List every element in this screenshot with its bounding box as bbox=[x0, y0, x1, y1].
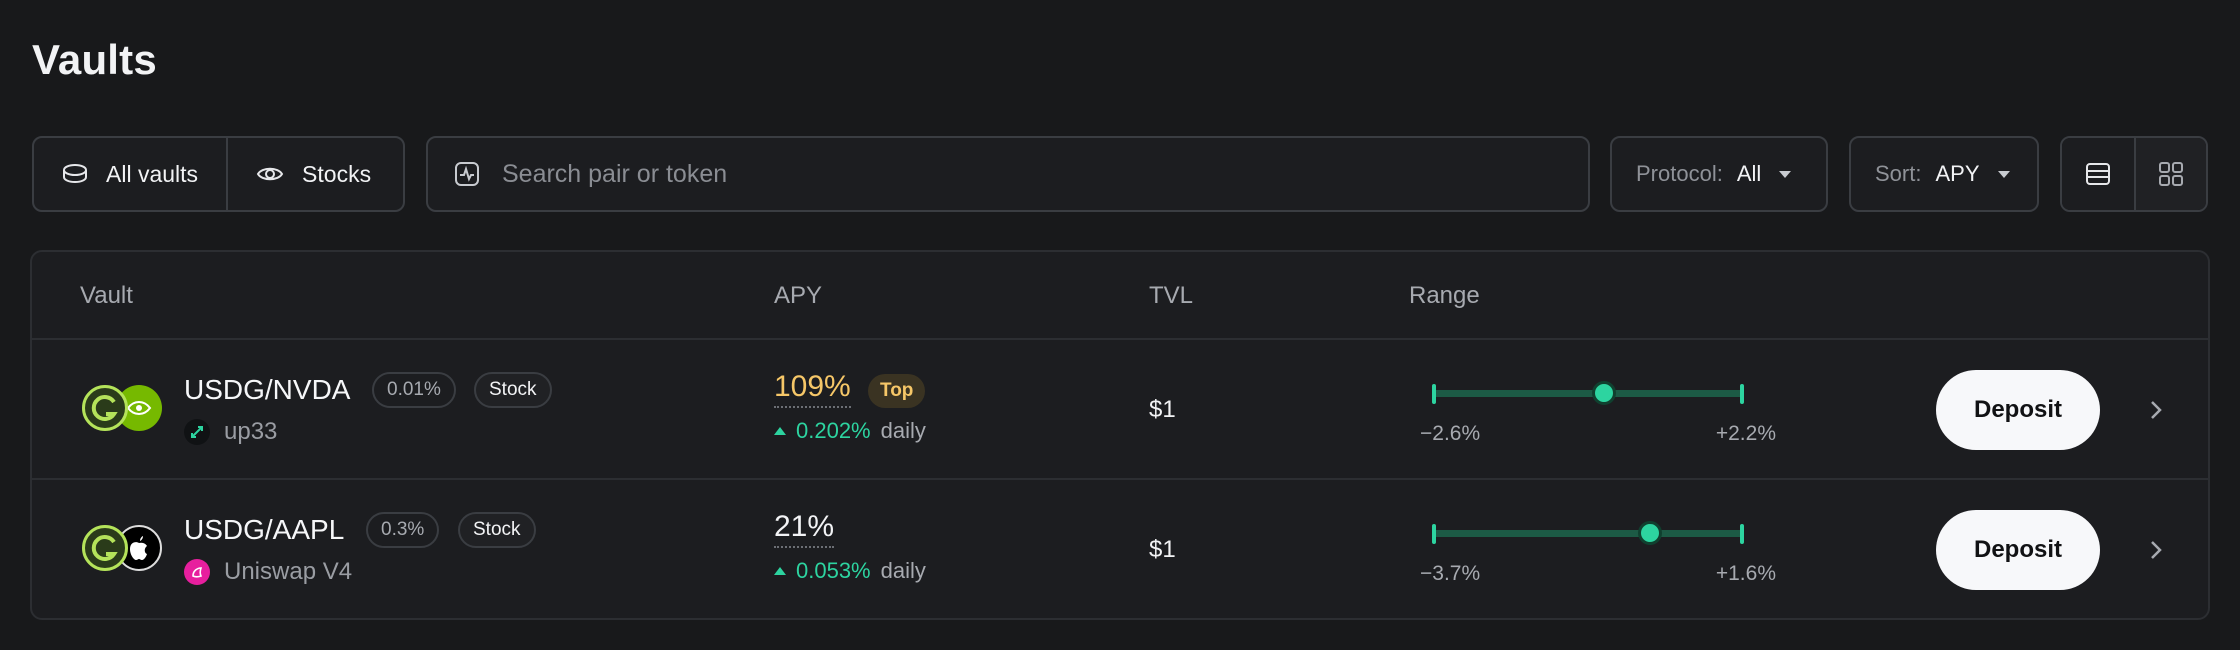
protocol-label: Protocol: bbox=[1636, 161, 1723, 186]
coins-icon bbox=[63, 164, 87, 184]
sort-value: APY bbox=[1935, 161, 1980, 186]
protocol-name: up33 bbox=[224, 418, 278, 445]
top-badge: Top bbox=[868, 374, 926, 408]
protocol-dropdown[interactable]: Protocol: All bbox=[1610, 136, 1828, 212]
stock-badge: Stock bbox=[458, 512, 536, 548]
column-apy[interactable]: APY bbox=[774, 282, 822, 310]
uniswap-icon bbox=[184, 559, 210, 585]
chevron-right-icon[interactable] bbox=[2142, 536, 2170, 564]
range-high: +2.2% bbox=[1715, 422, 1776, 445]
table-header: Vault APY TVL Range bbox=[32, 252, 2208, 340]
activity-icon bbox=[455, 162, 479, 186]
apy-value: 109% bbox=[774, 370, 851, 408]
protocol-name: Uniswap V4 bbox=[224, 558, 353, 585]
vault-filter-segmented: All vaults Stocks bbox=[32, 136, 405, 212]
page-title: Vaults bbox=[32, 36, 157, 83]
column-vault[interactable]: Vault bbox=[80, 282, 133, 310]
range-indicator: −3.7% +1.6% bbox=[1420, 520, 1776, 590]
caret-down-icon bbox=[1779, 170, 1792, 178]
apy-value: 21% bbox=[774, 510, 835, 548]
sort-label: Sort: bbox=[1875, 161, 1922, 186]
daily-percent: 0.202% bbox=[796, 418, 871, 443]
range-current-dot bbox=[1591, 381, 1616, 405]
range-track bbox=[1432, 521, 1744, 545]
grid-view-button[interactable] bbox=[2133, 138, 2206, 210]
deposit-button[interactable]: Deposit bbox=[1936, 510, 2100, 590]
vault-protocol: up33 bbox=[184, 418, 277, 446]
sort-dropdown[interactable]: Sort: APY bbox=[1849, 136, 2039, 212]
arrow-up-icon bbox=[774, 567, 786, 575]
chevron-right-icon[interactable] bbox=[2142, 396, 2170, 424]
protocol-value: All bbox=[1736, 161, 1762, 186]
range-high-cap bbox=[1740, 384, 1744, 404]
fee-badge: 0.01% bbox=[372, 372, 456, 408]
arrow-up-icon bbox=[774, 427, 786, 435]
column-tvl[interactable]: TVL bbox=[1149, 282, 1193, 310]
usdg-token-icon bbox=[82, 385, 128, 431]
toolbar: All vaults Stocks Protocol: All Sort: AP… bbox=[32, 136, 2208, 212]
grid-view-icon bbox=[2158, 162, 2183, 186]
range-low-cap bbox=[1432, 524, 1436, 544]
caret-down-icon bbox=[1997, 170, 2010, 178]
all-vaults-button[interactable]: All vaults bbox=[34, 138, 226, 210]
table-row[interactable]: USDG/AAPL 0.3% Stock Uniswap V4 21% 0.05… bbox=[32, 480, 2208, 618]
range-low-cap bbox=[1432, 384, 1436, 404]
stocks-label: Stocks bbox=[302, 160, 372, 187]
fee-badge: 0.3% bbox=[366, 512, 440, 548]
column-range: Range bbox=[1409, 282, 1480, 309]
deposit-button[interactable]: Deposit bbox=[1936, 370, 2100, 450]
view-toggle bbox=[2060, 136, 2208, 212]
range-current-dot bbox=[1638, 521, 1663, 545]
range-low: −2.6% bbox=[1420, 422, 1481, 445]
list-view-icon bbox=[2085, 163, 2110, 185]
list-view-button[interactable] bbox=[2062, 138, 2134, 210]
tvl-value: $1 bbox=[1149, 396, 1176, 423]
all-vaults-label: All vaults bbox=[106, 160, 199, 187]
up33-icon bbox=[184, 419, 210, 445]
range-low: −3.7% bbox=[1420, 562, 1481, 585]
range-high-cap bbox=[1740, 524, 1744, 544]
search-input[interactable] bbox=[502, 159, 1552, 189]
usdg-token-icon bbox=[82, 525, 128, 571]
range-track bbox=[1432, 381, 1744, 405]
vault-protocol: Uniswap V4 bbox=[184, 558, 352, 586]
search-box bbox=[426, 136, 1590, 212]
tvl-value: $1 bbox=[1149, 536, 1176, 563]
vault-pair: USDG/NVDA bbox=[184, 374, 351, 405]
daily-label: daily bbox=[880, 418, 926, 443]
daily-label: daily bbox=[880, 558, 926, 583]
range-indicator: −2.6% +2.2% bbox=[1420, 380, 1776, 450]
daily-yield: 0.053% daily bbox=[774, 558, 926, 584]
stock-badge: Stock bbox=[474, 372, 552, 408]
eye-icon bbox=[256, 167, 284, 181]
daily-yield: 0.202% daily bbox=[774, 418, 926, 444]
vaults-table: Vault APY TVL Range USDG/NVDA 0.01% Stoc… bbox=[30, 250, 2210, 620]
vault-pair: USDG/AAPL bbox=[184, 514, 345, 545]
stocks-button[interactable]: Stocks bbox=[226, 138, 399, 210]
daily-percent: 0.053% bbox=[796, 558, 871, 583]
table-row[interactable]: USDG/NVDA 0.01% Stock up33 109% Top 0.20… bbox=[32, 340, 2208, 480]
range-high: +1.6% bbox=[1715, 562, 1776, 585]
